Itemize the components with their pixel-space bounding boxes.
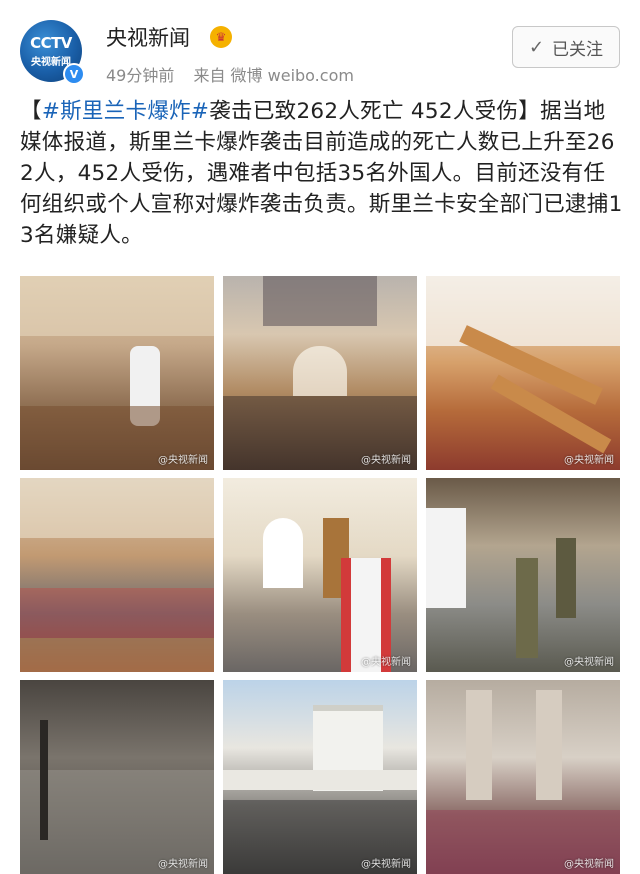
vip-crown-icon: ♛	[210, 26, 232, 48]
check-icon: ✓	[528, 36, 545, 58]
account-name[interactable]: 央视新闻	[106, 22, 190, 52]
photo-church-interior-2[interactable]: @央视新闻	[223, 276, 417, 470]
photo-church-interior-1[interactable]: @央视新闻	[20, 276, 214, 470]
post-time: 49分钟前	[106, 66, 175, 85]
photo-watermark: @央视新闻	[564, 859, 614, 870]
headline: 袭击已致262人死亡 452人受伤	[209, 99, 519, 124]
photo-watermark: @央视新闻	[361, 455, 411, 466]
photo-watermark: @央视新闻	[564, 657, 614, 668]
follow-label: 已关注	[552, 39, 604, 60]
photo-damaged-pews[interactable]: @央视新闻	[426, 276, 620, 470]
post-source: 来自 微博 weibo.com	[193, 66, 354, 85]
photo-injured-crowd[interactable]	[20, 478, 214, 672]
photo-watermark: @央视新闻	[361, 859, 411, 870]
photo-watermark: @央视新闻	[564, 455, 614, 466]
photo-church-altar[interactable]: @央视新闻	[223, 478, 417, 672]
photo-watermark: @央视新闻	[158, 859, 208, 870]
bracket-open: 【	[20, 99, 42, 124]
post-meta: 49分钟前 来自 微博 weibo.com	[106, 62, 368, 86]
post-text: 【#斯里兰卡爆炸#袭击已致262人死亡 452人受伤】据当地媒体报道，斯里兰卡爆…	[20, 96, 625, 251]
photo-watermark: @央视新闻	[361, 657, 411, 668]
hashtag-link[interactable]: #斯里兰卡爆炸#	[42, 99, 209, 124]
verified-badge-icon: V	[63, 63, 85, 85]
photo-church-exterior[interactable]: @央视新闻	[223, 680, 417, 874]
follow-button[interactable]: ✓ 已关注	[512, 26, 620, 68]
avatar-brand: CCTV	[30, 34, 72, 52]
photo-watermark: @央视新闻	[158, 455, 208, 466]
photo-damaged-interior[interactable]: @央视新闻	[426, 680, 620, 874]
bracket-close: 】	[518, 99, 541, 124]
photo-rubble[interactable]: @央视新闻	[20, 680, 214, 874]
photo-grid: @央视新闻 @央视新闻 @央视新闻 @央视新闻 @央视新闻 @央视新闻 @央视新…	[20, 276, 620, 874]
photo-soldiers[interactable]: @央视新闻	[426, 478, 620, 672]
